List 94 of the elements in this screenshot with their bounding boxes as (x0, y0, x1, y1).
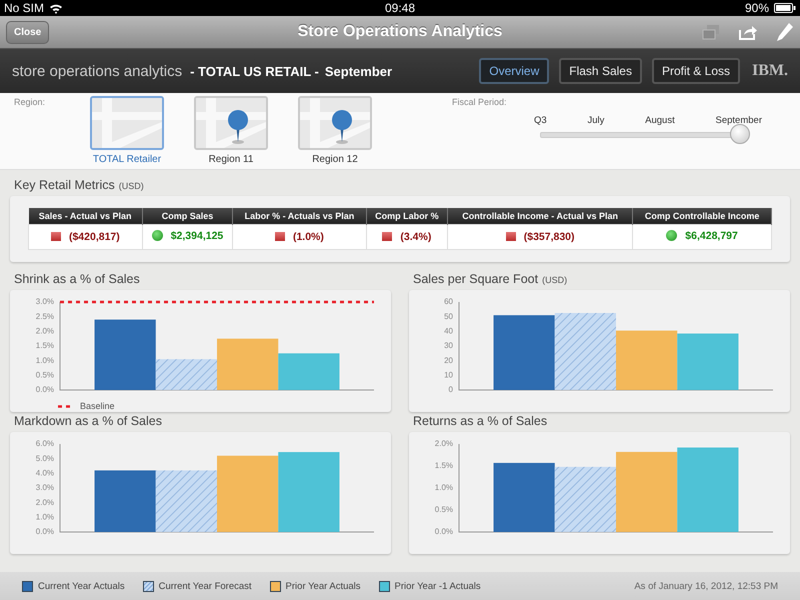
status-square-icon (382, 232, 392, 241)
carrier-label: No SIM (4, 1, 44, 15)
legend-label: Baseline (80, 401, 115, 411)
axis-tick-label: 1.0% (36, 512, 54, 522)
region-button[interactable]: Region 11 (194, 96, 268, 169)
status-dot-icon (666, 230, 678, 241)
clock: 09:48 (384, 1, 416, 15)
battery-percent: 90% (744, 1, 769, 15)
axis-tick-label: 0 (448, 385, 453, 394)
legend-label: Current Year Actuals (38, 580, 125, 592)
status-square-icon (50, 232, 61, 241)
region-label: Region: (13, 96, 46, 109)
axis-tick-label: 40 (444, 326, 453, 336)
fiscal-period-label: Fiscal Period: (452, 97, 508, 107)
section-title: Key Retail Metrics (14, 178, 115, 192)
axis-tick-label: 3.0% (36, 297, 54, 306)
axis-tick-label: 2.0% (36, 498, 54, 507)
chart-title: Markdown as a % of Sales (14, 414, 162, 428)
axis-tick-label: 1.5% (434, 461, 453, 470)
axis-tick-label: 1.0% (36, 356, 54, 365)
metric-value: (3.4%) (400, 230, 432, 242)
chart-title: Returns as a % of Sales (413, 414, 548, 428)
period-stop-label: July (587, 115, 604, 126)
axis-tick-label: 60 (444, 297, 453, 306)
bar (677, 334, 738, 390)
period-stop-label: August (645, 115, 675, 126)
metric-value: ($357,830) (524, 230, 575, 242)
bar (554, 466, 616, 532)
axis-tick-label: 0.5% (434, 505, 453, 514)
axis-tick-label: 10 (444, 370, 453, 380)
column-header: Comp Controllable Income (632, 208, 772, 224)
share-icon[interactable] (738, 24, 758, 40)
axis-tick-label: 5.0% (36, 454, 54, 463)
legend-label: Prior Year Actuals (286, 580, 361, 592)
period-stop-label: September (716, 115, 762, 126)
axis-tick-label: 0.0% (434, 527, 453, 536)
axis-tick-label: 0.0% (36, 385, 54, 394)
map-icon (90, 96, 164, 150)
scope-label: - TOTAL US RETAIL - (190, 64, 319, 78)
bar (156, 470, 217, 532)
axis-tick-label: 1.5% (36, 341, 54, 350)
column-header: Labor % - Actuals vs Plan (232, 208, 366, 224)
chart-title: Shrink as a % of Sales (14, 272, 140, 286)
column-header: Comp Labor % (366, 208, 448, 224)
metric-value: (1.0%) (292, 230, 324, 242)
legend-label: Prior Year -1 Actuals (394, 580, 481, 592)
axis-tick-label: 6.0% (36, 439, 54, 448)
period-label: September (324, 64, 392, 78)
period-stop-label: Q3 (534, 115, 547, 126)
window-title: Store Operations Analytics (298, 23, 502, 41)
axis-tick-label: 2.0% (434, 439, 453, 448)
axis-tick-label: 1.0% (434, 483, 453, 492)
logo: IBM. (752, 62, 788, 80)
map-pin-icon (298, 96, 372, 150)
bar (616, 330, 678, 390)
axis-tick-label: 20 (444, 356, 453, 365)
wifi-icon (49, 2, 64, 14)
column-header: Comp Sales (142, 208, 233, 224)
legend-label: Current Year Forecast (158, 580, 252, 592)
app-name: store operations analytics (12, 62, 182, 80)
axis-tick-label: 0.5% (36, 370, 54, 380)
column-header: Sales - Actual vs Plan (28, 208, 142, 224)
metric-value: $2,394,125 (170, 230, 224, 242)
status-square-icon (506, 232, 516, 241)
windows-icon[interactable] (702, 24, 720, 40)
unit-label: (USD) (542, 275, 568, 285)
column-header: Controllable Income - Actual vs Plan (448, 208, 633, 224)
tab[interactable]: Profit & Loss (652, 58, 740, 84)
metric-value: ($420,817) (68, 230, 120, 242)
axis-tick-label: 2.5% (36, 312, 54, 321)
timestamp: As of January 16, 2012, 12:53 PM (634, 580, 778, 592)
axis-tick-label: 0.0% (36, 527, 54, 536)
region-button[interactable]: Region 12 (298, 96, 372, 169)
tab[interactable]: Overview (479, 58, 550, 84)
chart-title: Sales per Square Foot (413, 272, 538, 286)
axis-tick-label: 50 (444, 312, 453, 321)
metric-value: $6,428,797 (685, 230, 738, 242)
bar (94, 470, 156, 532)
bar (494, 462, 555, 532)
bar (278, 353, 340, 390)
map-pin-icon (194, 96, 268, 150)
unit-label: (USD) (118, 181, 144, 191)
battery-icon (774, 3, 796, 13)
axis-tick-label: 4.0% (36, 468, 54, 478)
axis-tick-label: 30 (444, 341, 453, 350)
region-button[interactable]: TOTAL Retailer (90, 96, 164, 169)
status-dot-icon (152, 230, 163, 241)
slider-thumb[interactable] (730, 124, 750, 144)
tab[interactable]: Flash Sales (559, 58, 642, 84)
axis-tick-label: 3.0% (36, 483, 54, 492)
axis-tick-label: 2.0% (36, 326, 54, 336)
period-slider[interactable] (540, 124, 750, 144)
status-square-icon (274, 232, 285, 241)
pencil-icon[interactable] (776, 22, 794, 42)
